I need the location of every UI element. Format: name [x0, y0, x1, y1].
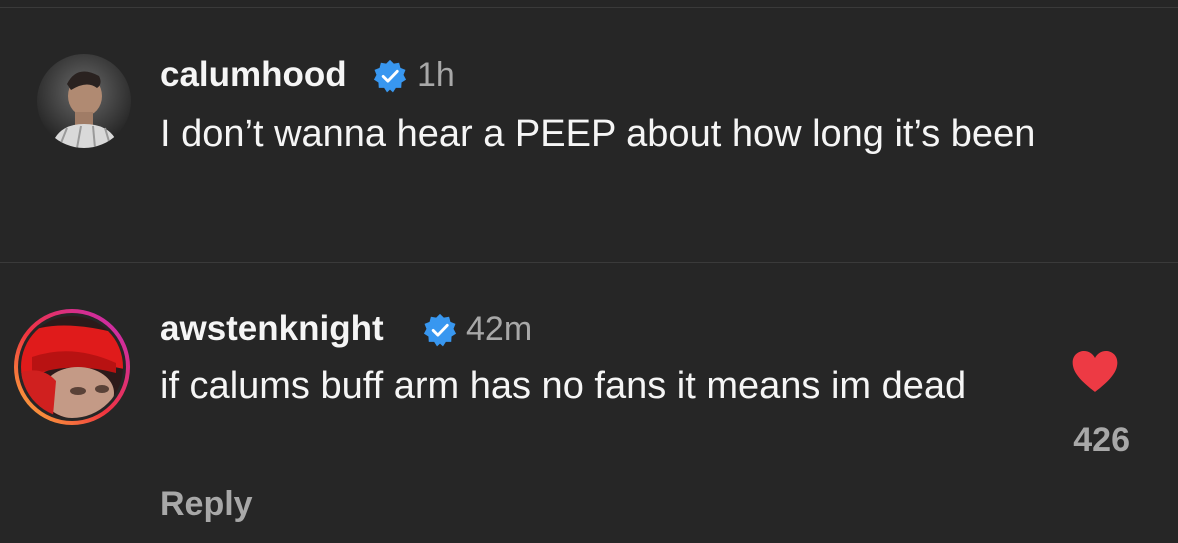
- username[interactable]: calumhood: [160, 55, 347, 95]
- username[interactable]: awstenknight: [160, 309, 384, 349]
- heart-icon[interactable]: [1071, 350, 1119, 394]
- timestamp: 1h: [417, 56, 455, 94]
- like-count: 426: [1073, 421, 1130, 459]
- verified-badge-icon: [423, 313, 457, 347]
- reply-button[interactable]: Reply: [160, 485, 253, 524]
- comment-divider: [0, 262, 1178, 263]
- timestamp: 42m: [466, 310, 533, 348]
- comment-text: if calums buff arm has no fans it means …: [160, 365, 967, 407]
- avatar-story-ring[interactable]: [12, 307, 132, 427]
- comment-text: I don’t wanna hear a PEEP about how long…: [160, 113, 1036, 155]
- avatar[interactable]: [37, 54, 131, 148]
- verified-badge-icon: [373, 59, 407, 93]
- top-divider: [0, 7, 1178, 8]
